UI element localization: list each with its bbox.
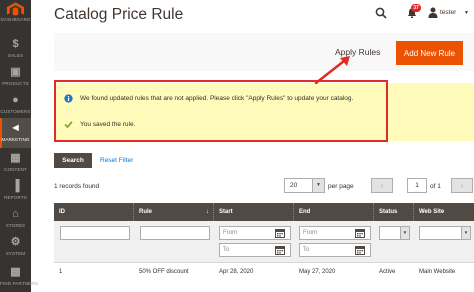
records-found: 1 records found <box>54 183 100 190</box>
messages-highlight-frame <box>54 80 388 142</box>
dollar-icon: $ <box>12 38 19 50</box>
sidebar-item-customers[interactable]: ● CUSTOMERS <box>0 90 31 120</box>
chevron-down-icon[interactable]: ▼ <box>312 179 324 192</box>
sidebar-item-label: CONTENT <box>4 167 27 172</box>
sidebar-item-dashboard[interactable]: DASHBOARD <box>0 0 31 30</box>
per-page-select[interactable]: 20 ▼ <box>284 178 325 193</box>
rule-filter-input[interactable] <box>140 226 210 240</box>
calendar-icon[interactable] <box>355 228 365 238</box>
sort-arrow-icon[interactable]: ↓ <box>206 203 209 221</box>
column-header-end[interactable]: End <box>294 203 374 221</box>
sidebar-item-label: PRODUCTS <box>2 81 29 86</box>
calendar-icon[interactable] <box>275 228 285 238</box>
sidebar-item-label: SALES <box>7 53 24 58</box>
sidebar-item-marketing[interactable]: ◄ MARKETING <box>0 118 31 148</box>
sidebar-item-products[interactable]: ▣ PRODUCTS <box>0 62 31 92</box>
calendar-icon[interactable] <box>355 245 365 255</box>
column-header-website[interactable]: Web Site <box>414 203 474 221</box>
sidebar-item-stores[interactable]: ⌂ STORES <box>0 204 31 234</box>
person-icon: ● <box>12 94 19 106</box>
chevron-down-icon[interactable]: ▼ <box>400 227 409 239</box>
next-page-button[interactable]: › <box>451 178 473 193</box>
previous-page-button[interactable]: ‹ <box>371 178 393 193</box>
rules-grid: ID Rule ↓ Start End Status Web Site From… <box>54 203 474 292</box>
notifications-badge: 37 <box>411 4 421 12</box>
page-number-input[interactable]: 1 <box>407 178 427 193</box>
sidebar-item-sales[interactable]: $ SALES <box>0 34 31 64</box>
grid-header-row: ID Rule ↓ Start End Status Web Site <box>54 203 474 221</box>
add-new-rule-button[interactable]: Add New Rule <box>396 41 463 65</box>
sidebar-item-find-partners[interactable]: ▩ FIND PARTNERS <box>0 262 38 292</box>
sidebar-item-label: FIND PARTNERS <box>0 281 38 286</box>
table-row[interactable]: 1 50% OFF discount Apr 28, 2020 May 27, … <box>54 263 474 281</box>
website-filter-select[interactable]: ▼ <box>419 226 471 240</box>
sidebar-item-label: CUSTOMERS <box>0 109 31 114</box>
puzzle-icon: ▩ <box>10 266 21 278</box>
grid-filter-row: From To From To ▼ ▼ <box>54 221 474 263</box>
reset-filter-link[interactable]: Reset Filter <box>100 156 133 165</box>
column-header-start[interactable]: Start <box>214 203 294 221</box>
column-header-status[interactable]: Status <box>374 203 414 221</box>
megaphone-icon: ◄ <box>10 122 21 134</box>
column-header-id[interactable]: ID <box>54 203 134 221</box>
sidebar-item-label: MARKETING <box>1 137 30 142</box>
admin-page: DASHBOARD $ SALES ▣ PRODUCTS ● CUSTOMERS… <box>0 0 474 292</box>
page-total-label: of 1 <box>430 183 441 190</box>
sidebar-item-label: REPORTS <box>4 195 27 200</box>
column-header-rule[interactable]: Rule <box>134 203 214 221</box>
search-icon[interactable] <box>375 7 387 19</box>
gear-icon: ⚙ <box>10 236 21 248</box>
chevron-down-icon[interactable]: ▼ <box>461 227 470 239</box>
id-filter-input[interactable] <box>60 226 130 240</box>
cell-website: Main Website <box>419 269 456 275</box>
chevron-right-icon: › <box>460 181 464 190</box>
page-title: Catalog Price Rule <box>54 6 184 23</box>
cube-icon: ▣ <box>10 66 21 78</box>
calendar-icon[interactable] <box>275 245 285 255</box>
chevron-down-icon[interactable]: ▼ <box>464 9 469 17</box>
cell-end: May 27, 2020 <box>299 269 336 275</box>
cell-rule: 50% OFF discount <box>139 269 189 275</box>
per-page-label: per page <box>328 183 354 190</box>
sidebar-item-label: SYSTEM <box>5 251 26 256</box>
sidebar-item-reports[interactable]: ▐ REPORTS <box>0 176 31 206</box>
chevron-left-icon: ‹ <box>380 181 384 190</box>
cell-id: 1 <box>59 269 63 275</box>
sidebar-item-content[interactable]: ▦ CONTENT <box>0 148 31 178</box>
admin-sidebar: DASHBOARD $ SALES ▣ PRODUCTS ● CUSTOMERS… <box>0 0 38 292</box>
bar-chart-icon: ▐ <box>11 180 20 192</box>
user-name[interactable]: tester <box>440 8 456 17</box>
status-filter-select[interactable]: ▼ <box>379 226 410 240</box>
annotation-arrow <box>314 56 350 85</box>
user-icon[interactable] <box>428 7 438 18</box>
layout-icon: ▦ <box>10 152 21 164</box>
sidebar-item-label: DASHBOARD <box>0 17 31 22</box>
sidebar-item-label: STORES <box>5 223 26 228</box>
search-button[interactable]: Search <box>54 153 92 168</box>
per-page-value: 20 <box>290 182 298 189</box>
store-icon: ⌂ <box>12 208 19 220</box>
cell-start: Apr 28, 2020 <box>219 269 254 275</box>
sidebar-item-system[interactable]: ⚙ SYSTEM <box>0 232 31 262</box>
cell-status: Active <box>379 269 396 275</box>
